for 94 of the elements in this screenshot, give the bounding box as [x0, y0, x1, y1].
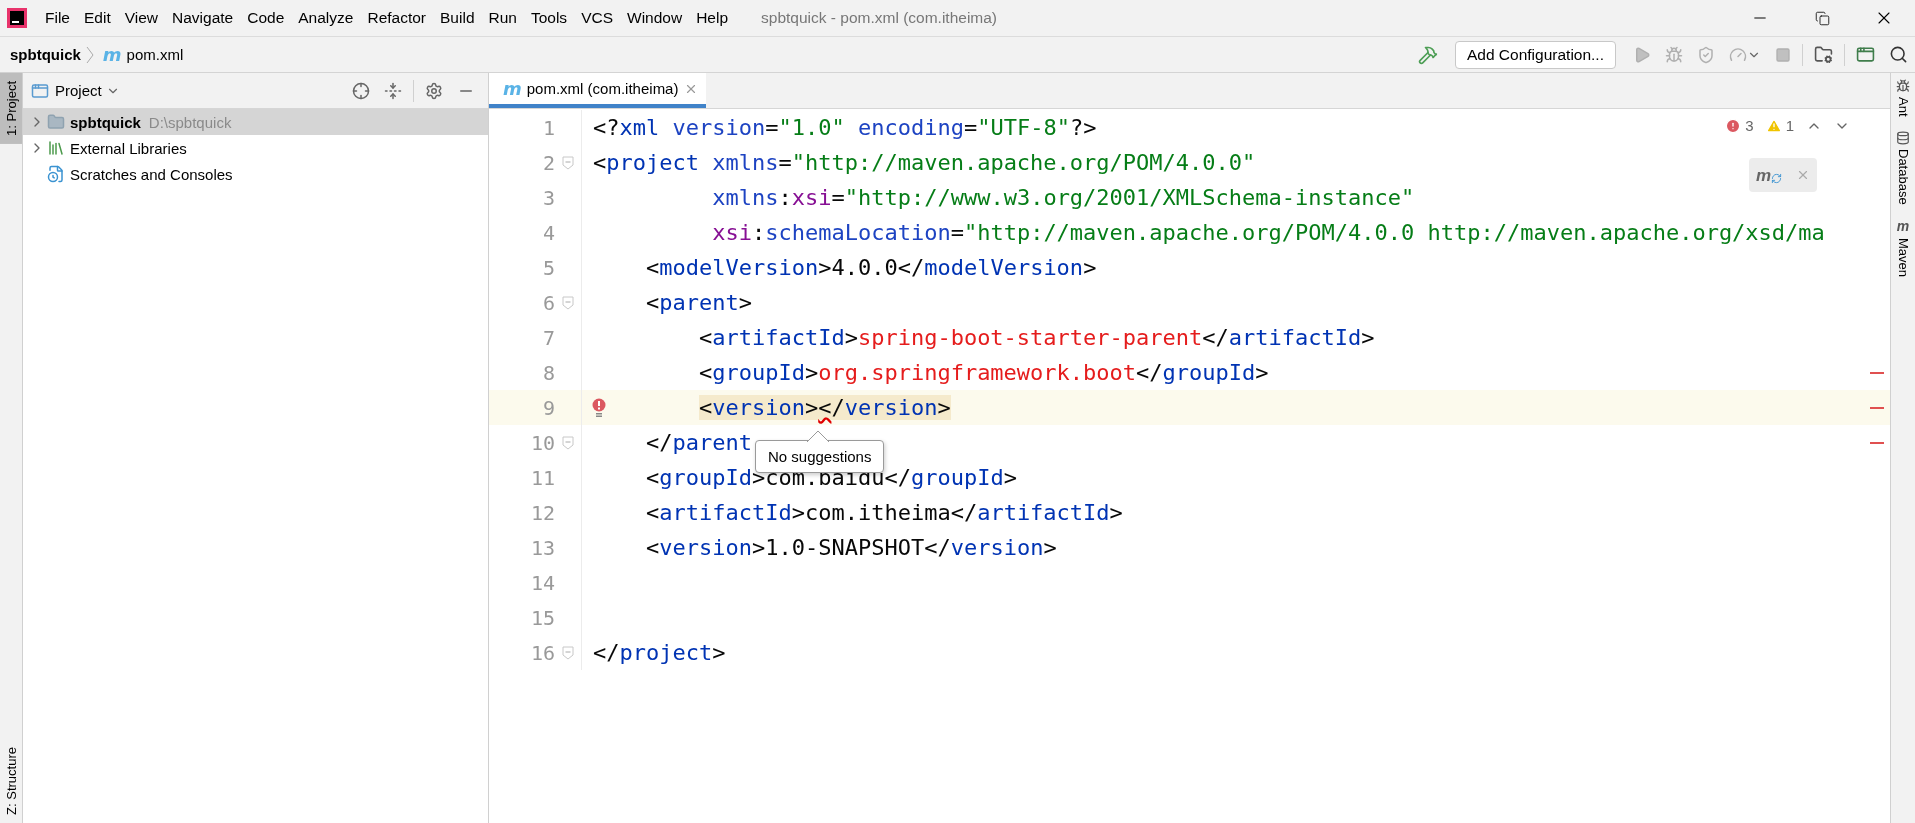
fold-marker-icon[interactable]	[562, 645, 574, 660]
code-line: <version>1.0-SNAPSHOT</version>	[645, 535, 1057, 560]
tree-row[interactable]: Scratches and Consoles	[23, 161, 488, 187]
tree-label: spbtquick	[70, 113, 141, 131]
database-icon	[1896, 130, 1910, 145]
line-number: 2	[541, 150, 555, 175]
tree-row[interactable]: spbtquick D:\spbtquick	[23, 109, 488, 135]
error-bulb-icon[interactable]	[591, 398, 607, 418]
menu-item[interactable]: Window	[620, 9, 690, 27]
line-number: 9	[541, 395, 555, 420]
gauge-icon[interactable]	[1729, 45, 1761, 64]
menu-item[interactable]: Analyze	[291, 9, 361, 27]
code-line: <?xml version="1.0" encoding="UTF-8"?>	[593, 115, 1097, 140]
folder-settings-icon[interactable]	[1814, 45, 1833, 64]
locate-icon[interactable]	[352, 81, 370, 100]
code-line: <artifactId>spring-boot-starter-parent</artifactId>	[697, 325, 1375, 350]
hammer-icon[interactable]	[1418, 44, 1438, 65]
menu-item[interactable]: Navigate	[165, 9, 241, 27]
code-line: xsi:schemaLocation="http://maven.apache.org/POM/4.0.0 http://maven.apache.org/xsd/ma	[711, 220, 1825, 245]
code-line: </project>	[593, 640, 726, 665]
line-number: 14	[529, 570, 555, 595]
maven-reload-popup[interactable]: m	[1749, 158, 1817, 192]
folder-icon	[47, 113, 65, 131]
menu-item[interactable]: Edit	[77, 9, 118, 27]
code-line: </parent	[645, 430, 752, 455]
add-configuration-button[interactable]: Add Configuration...	[1455, 40, 1616, 69]
tool-window-tab[interactable]: Ant	[1895, 97, 1911, 117]
warning-count: 1	[1785, 117, 1794, 134]
line-number: 1	[541, 115, 555, 140]
shield-icon[interactable]	[1697, 45, 1715, 64]
line-number: 7	[541, 325, 555, 350]
tool-window-tab[interactable]: 1: Project	[0, 73, 22, 144]
collapse-icon[interactable]	[384, 81, 402, 100]
panel-title[interactable]: Project	[55, 82, 102, 99]
menu-item[interactable]: View	[117, 9, 166, 27]
scratches-icon	[47, 165, 65, 183]
bug-icon	[1896, 79, 1910, 93]
menu-item[interactable]: Build	[433, 9, 482, 27]
breadcrumb-item[interactable]: spbtquick	[10, 46, 81, 63]
error-count: 3	[1745, 117, 1754, 134]
tool-window-tab[interactable]: Maven	[1895, 238, 1911, 278]
window-icon[interactable]	[1856, 45, 1875, 64]
line-number: 13	[529, 535, 555, 560]
window-title: spbtquick - pom.xml (com.itheima)	[761, 9, 999, 27]
app-logo	[6, 7, 28, 29]
tool-window-tab[interactable]: Z: Structure	[0, 739, 22, 823]
maven-file-icon: m	[503, 79, 522, 98]
line-number: 6	[541, 290, 555, 315]
menu-item[interactable]: Run	[481, 9, 524, 27]
search-icon[interactable]	[1889, 45, 1908, 64]
menu-item[interactable]: Tools	[523, 9, 575, 27]
line-number: 12	[529, 500, 555, 525]
tree-label: Scratches and Consoles	[70, 165, 233, 183]
tree-label: External Libraries	[70, 139, 187, 157]
code-line: <artifactId>com.itheima</artifactId>	[645, 500, 1123, 525]
line-number: 8	[541, 360, 555, 385]
project-view-icon	[31, 81, 49, 100]
maven-icon: m	[1896, 218, 1910, 235]
code-line: <modelVersion>4.0.0</modelVersion>	[645, 255, 1097, 280]
tab-label: pom.xml (com.itheima)	[526, 80, 679, 97]
line-number: 15	[529, 605, 555, 630]
tree-path: D:\spbtquick	[148, 113, 232, 131]
breadcrumb-item[interactable]: pom.xml	[126, 46, 184, 63]
library-icon	[47, 139, 65, 157]
error-icon	[1725, 117, 1742, 134]
line-number: 3	[541, 185, 555, 210]
menu-item[interactable]: File	[38, 9, 77, 27]
line-number: 10	[529, 430, 555, 455]
tree-row[interactable]: External Libraries	[23, 135, 488, 161]
menu-item[interactable]: Code	[240, 9, 292, 27]
menu-item[interactable]: Help	[689, 9, 736, 27]
menu-item[interactable]: VCS	[574, 9, 620, 27]
code-line: <groupId>org.springframework.boot</groupId>	[697, 360, 1269, 385]
tool-window-tab[interactable]: Database	[1895, 148, 1911, 205]
line-number: 4	[541, 220, 555, 245]
code-line: <parent>	[645, 290, 752, 315]
tooltip-pointer	[807, 430, 829, 442]
chevron-icon	[84, 45, 95, 64]
code-line: xmlns:xsi="http://www.w3.org/2001/XMLSchema-instance"	[711, 185, 1415, 210]
line-number: 5	[541, 255, 555, 280]
maven-file-icon: m	[102, 45, 122, 64]
warning-icon	[1765, 117, 1782, 134]
line-number: 11	[529, 465, 555, 490]
editor-tab[interactable]: m pom.xml (com.itheima)	[489, 73, 707, 108]
fold-marker-icon[interactable]	[562, 155, 574, 170]
line-number: 16	[529, 640, 555, 665]
bug-icon[interactable]	[1665, 45, 1683, 64]
play-icon[interactable]	[1633, 45, 1651, 64]
fold-marker-icon[interactable]	[562, 435, 574, 450]
settings-icon[interactable]	[425, 81, 443, 100]
menu-item[interactable]: Refactor	[360, 9, 434, 27]
code-line: <project xmlns="http://maven.apache.org/POM/4.0.0"	[593, 150, 1256, 175]
restore-icon[interactable]	[1814, 10, 1830, 26]
fold-marker-icon[interactable]	[562, 295, 574, 310]
